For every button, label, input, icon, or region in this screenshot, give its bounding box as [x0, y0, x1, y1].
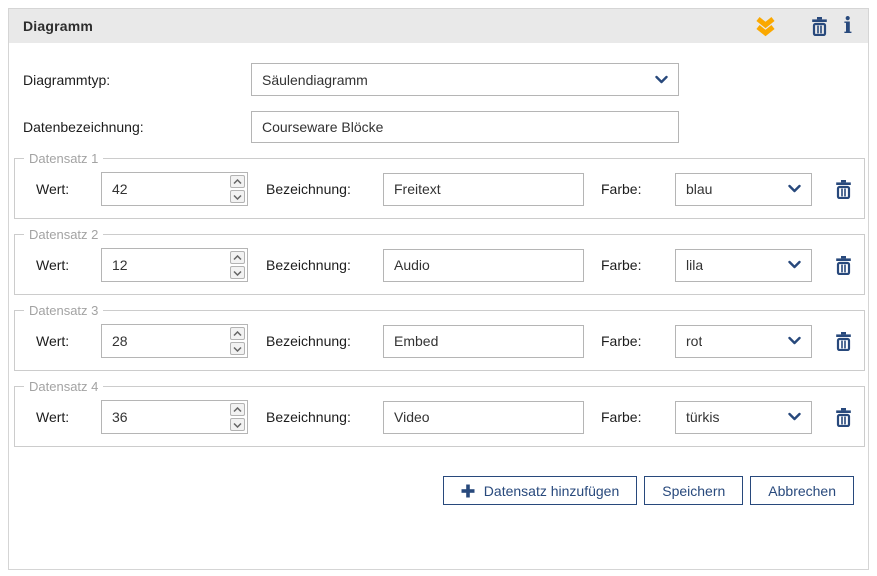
- farbe-select[interactable]: lila: [675, 249, 812, 282]
- chevron-down-icon: [788, 185, 801, 194]
- trash-icon: [835, 408, 852, 427]
- bezeichnung-label: Bezeichnung:: [266, 181, 383, 197]
- bezeichnung-label: Bezeichnung:: [266, 333, 383, 349]
- farbe-select[interactable]: rot: [675, 325, 812, 358]
- diagram-type-select[interactable]: Säulendiagramm: [251, 63, 679, 96]
- farbe-value: lila: [686, 257, 703, 273]
- dataset-legend: Datensatz 1: [24, 151, 103, 166]
- farbe-select[interactable]: türkis: [675, 401, 812, 434]
- wert-number-input-wrap: [101, 400, 248, 434]
- farbe-select[interactable]: blau: [675, 173, 812, 206]
- bezeichnung-label: Bezeichnung:: [266, 257, 383, 273]
- dataset-fieldset-1: Datensatz 1 Wert: Bezeichnung: Farbe: bl…: [14, 151, 865, 219]
- cancel-button[interactable]: Abbrechen: [750, 476, 854, 505]
- wert-label: Wert:: [36, 257, 101, 273]
- wert-number-input-wrap: [101, 324, 248, 358]
- dataset-legend: Datensatz 2: [24, 227, 103, 242]
- dataset-legend: Datensatz 4: [24, 379, 103, 394]
- diagram-editor-panel: Diagramm i Di: [8, 8, 869, 570]
- cancel-label: Abbrechen: [768, 483, 836, 499]
- dataset-legend: Datensatz 3: [24, 303, 103, 318]
- panel-header: Diagramm i: [9, 9, 868, 43]
- dataset-fieldset-2: Datensatz 2 Wert: Bezeichnung: Farbe: li…: [14, 227, 865, 295]
- wert-input[interactable]: [102, 401, 230, 433]
- data-label-label: Datenbezeichnung:: [23, 119, 251, 135]
- wert-input[interactable]: [102, 173, 230, 205]
- diagram-type-row: Diagrammtyp: Säulendiagramm: [23, 63, 854, 96]
- double-chevron-down-icon: [756, 16, 775, 37]
- farbe-value: türkis: [686, 409, 719, 425]
- spinner-down-button[interactable]: [230, 342, 245, 355]
- spinner-up-button[interactable]: [230, 403, 245, 416]
- diagram-type-label: Diagrammtyp:: [23, 72, 251, 88]
- trash-icon: [811, 17, 828, 36]
- save-button[interactable]: Speichern: [644, 476, 743, 505]
- spinner-up-button[interactable]: [230, 251, 245, 264]
- bezeichnung-input[interactable]: [383, 173, 584, 206]
- wert-number-input-wrap: [101, 172, 248, 206]
- delete-block-button[interactable]: [811, 17, 828, 36]
- farbe-value: rot: [686, 333, 702, 349]
- chevron-down-icon: [788, 413, 801, 422]
- farbe-label: Farbe:: [601, 257, 675, 273]
- wert-label: Wert:: [36, 409, 101, 425]
- spinner-down-button[interactable]: [230, 190, 245, 203]
- bezeichnung-label: Bezeichnung:: [266, 409, 383, 425]
- info-button[interactable]: i: [844, 16, 852, 36]
- panel-title: Diagramm: [23, 18, 93, 34]
- spinner-up-button[interactable]: [230, 327, 245, 340]
- trash-icon: [835, 332, 852, 351]
- spinner-down-button[interactable]: [230, 418, 245, 431]
- farbe-label: Farbe:: [601, 409, 675, 425]
- chevron-down-icon: [788, 261, 801, 270]
- plus-icon: [461, 484, 475, 498]
- add-dataset-button[interactable]: Datensatz hinzufügen: [443, 476, 637, 505]
- wert-label: Wert:: [36, 333, 101, 349]
- chevron-down-icon: [788, 337, 801, 346]
- farbe-value: blau: [686, 181, 712, 197]
- chevron-down-icon: [655, 75, 668, 84]
- wert-label: Wert:: [36, 181, 101, 197]
- delete-dataset-button[interactable]: [835, 408, 852, 427]
- spinner-down-button[interactable]: [230, 266, 245, 279]
- wert-input[interactable]: [102, 249, 230, 281]
- wert-input[interactable]: [102, 325, 230, 357]
- wert-number-input-wrap: [101, 248, 248, 282]
- delete-dataset-button[interactable]: [835, 180, 852, 199]
- bezeichnung-input[interactable]: [383, 325, 584, 358]
- farbe-label: Farbe:: [601, 333, 675, 349]
- dataset-fieldset-4: Datensatz 4 Wert: Bezeichnung: Farbe: tü…: [14, 379, 865, 447]
- footer-button-row: Datensatz hinzufügen Speichern Abbrechen: [9, 476, 854, 505]
- double-chevron-down-icon[interactable]: [756, 16, 775, 37]
- farbe-label: Farbe:: [601, 181, 675, 197]
- dataset-fieldset-3: Datensatz 3 Wert: Bezeichnung: Farbe: ro…: [14, 303, 865, 371]
- spinner-up-button[interactable]: [230, 175, 245, 188]
- add-dataset-label: Datensatz hinzufügen: [484, 483, 619, 499]
- diagram-type-value: Säulendiagramm: [262, 72, 368, 88]
- bezeichnung-input[interactable]: [383, 401, 584, 434]
- delete-dataset-button[interactable]: [835, 256, 852, 275]
- trash-icon: [835, 256, 852, 275]
- delete-dataset-button[interactable]: [835, 332, 852, 351]
- bezeichnung-input[interactable]: [383, 249, 584, 282]
- save-label: Speichern: [662, 483, 725, 499]
- data-label-input[interactable]: [251, 111, 679, 143]
- data-label-row: Datenbezeichnung:: [23, 111, 854, 143]
- info-icon: i: [844, 16, 852, 36]
- trash-icon: [835, 180, 852, 199]
